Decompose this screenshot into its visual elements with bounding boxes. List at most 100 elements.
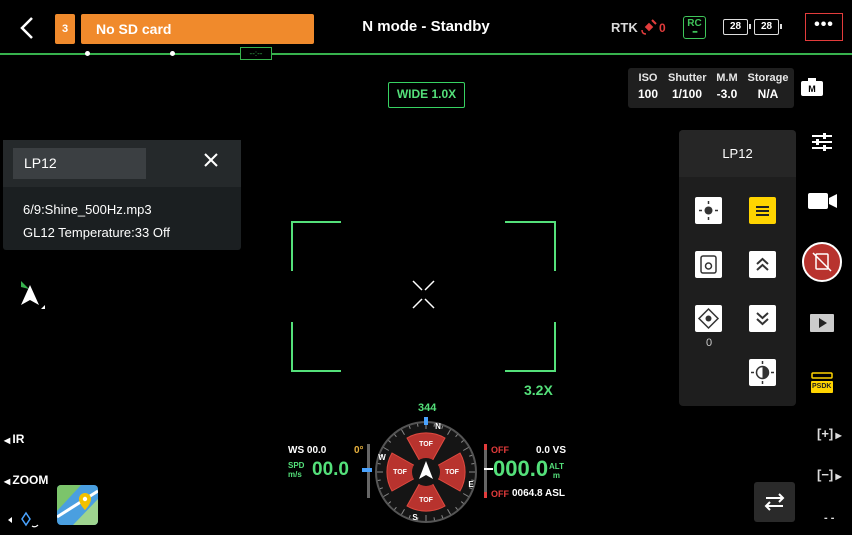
flight-mode-status: N mode - Standby bbox=[362, 18, 490, 35]
param-value: 100 bbox=[637, 87, 659, 101]
psdk-button[interactable]: PSDK bbox=[810, 372, 834, 394]
caret-right-icon: ▶ bbox=[833, 431, 842, 440]
ir-toggle[interactable]: ◀ IR bbox=[4, 432, 24, 446]
focus-reticle bbox=[291, 221, 556, 372]
light-settings-icon[interactable] bbox=[749, 359, 776, 386]
lens-switch-button[interactable]: WIDE 1.0X bbox=[388, 82, 465, 108]
altitude-unit-value: m bbox=[552, 471, 561, 480]
top-bar: 3 No SD card N mode - Standby RTK 0 RC ▪… bbox=[0, 0, 852, 56]
param-shutter: Shutter 1/100 bbox=[668, 72, 707, 101]
lp12-device-field[interactable]: LP12 bbox=[13, 148, 146, 179]
speed-scale-bar bbox=[362, 444, 372, 498]
record-button[interactable] bbox=[801, 241, 843, 283]
rc-label: RC bbox=[687, 18, 702, 29]
zoom-out-button[interactable]: [−] ▶ bbox=[817, 467, 842, 482]
lp12-info-panel: LP12 6/9:Shine_500Hz.mp3 GL12 Temperatur… bbox=[3, 140, 241, 250]
more-menu-button[interactable]: ••• bbox=[805, 13, 843, 41]
strobe-icon[interactable] bbox=[695, 305, 722, 332]
camera-mode-badge: M bbox=[808, 84, 816, 94]
satellite-icon bbox=[641, 19, 657, 35]
param-value: -3.0 bbox=[716, 87, 738, 101]
timeline-dot bbox=[170, 51, 175, 56]
sd-warning-banner[interactable]: No SD card bbox=[81, 14, 314, 44]
rc-signal[interactable]: RC ▪▪▪ bbox=[683, 16, 706, 39]
tof-bottom: TOF bbox=[419, 497, 434, 504]
compass-tick bbox=[471, 462, 475, 465]
lp12-audio-track: 6/9:Shine_500Hz.mp3 bbox=[23, 202, 152, 217]
tof-left: TOF bbox=[393, 469, 408, 476]
rc-signal-dots-icon: ▪▪▪ bbox=[692, 29, 697, 36]
zoom-toggle[interactable]: ◀ ZOOM bbox=[4, 473, 48, 487]
compass-tick bbox=[433, 517, 436, 521]
compass-widget: TOF TOF TOF TOF N E S W bbox=[375, 417, 477, 523]
swap-view-icon[interactable] bbox=[754, 482, 795, 522]
zoom-factor: 3.2X bbox=[524, 382, 553, 398]
compass-tick bbox=[416, 423, 419, 427]
altitude-unit-label: ALT bbox=[549, 462, 564, 471]
param-storage: Storage N/A bbox=[746, 72, 790, 101]
psdk-label: PSDK bbox=[812, 383, 832, 390]
lp12-panel-title: LP12 bbox=[679, 130, 796, 177]
horizontal-speed: 00.0 bbox=[312, 459, 349, 480]
compass-tick bbox=[377, 462, 381, 465]
tof-right: TOF bbox=[445, 469, 460, 476]
timeline-marker[interactable]: --:-- bbox=[240, 47, 272, 60]
lp12-temperature: GL12 Temperature:33 Off bbox=[23, 225, 170, 240]
zoom-out-label: [−] bbox=[817, 467, 834, 482]
chevron-up-icon[interactable] bbox=[749, 251, 776, 278]
compass-e: E bbox=[468, 480, 474, 489]
playback-icon[interactable] bbox=[805, 308, 839, 338]
vertical-speed: 0.0 VS bbox=[536, 445, 567, 456]
sd-warning-count[interactable]: 3 bbox=[55, 14, 75, 44]
compass-w: W bbox=[378, 453, 386, 462]
aircraft-direction-icon bbox=[21, 281, 45, 309]
lp12-control-panel: LP12 0 bbox=[679, 130, 796, 406]
param-label: Storage bbox=[747, 72, 789, 84]
ir-label: IR bbox=[12, 432, 25, 446]
obstacle-off-bottom: OFF bbox=[491, 489, 509, 499]
map-icon[interactable] bbox=[57, 485, 98, 525]
speed-unit-value: m/s bbox=[288, 470, 302, 479]
location-toggle-icon[interactable] bbox=[4, 509, 44, 531]
video-camera-icon[interactable] bbox=[805, 186, 839, 216]
back-icon[interactable] bbox=[14, 14, 40, 42]
param-iso: ISO 100 bbox=[636, 72, 660, 101]
light-mode-icon[interactable] bbox=[749, 197, 776, 224]
rtk-satellite-count: 0 bbox=[659, 21, 666, 35]
center-crosshair-icon bbox=[412, 280, 435, 309]
tof-top: TOF bbox=[419, 441, 434, 448]
rtk-label[interactable]: RTK bbox=[611, 20, 638, 35]
param-mm: M.M -3.0 bbox=[712, 72, 742, 101]
battery-2[interactable]: 28 bbox=[754, 19, 782, 35]
strobe-value: 0 bbox=[705, 337, 713, 349]
compass-tick bbox=[377, 479, 381, 482]
altitude: 000.0 bbox=[493, 456, 549, 481]
param-label: Shutter bbox=[668, 72, 707, 84]
close-icon[interactable] bbox=[201, 150, 221, 170]
battery-1-value: 28 bbox=[729, 21, 742, 32]
compass-s: S bbox=[412, 513, 418, 522]
brightness-icon[interactable] bbox=[695, 197, 722, 224]
battery-2-value: 28 bbox=[760, 21, 773, 32]
speed-unit-label: SPD bbox=[288, 461, 305, 470]
param-label: M.M bbox=[716, 72, 738, 84]
battery-1[interactable]: 28 bbox=[723, 19, 751, 35]
compass-n: N bbox=[435, 422, 441, 431]
zoom-step-indicator: - - bbox=[824, 512, 835, 524]
zoom-in-button[interactable]: [+] ▶ bbox=[817, 426, 842, 441]
altitude-unit: ALT m bbox=[549, 462, 564, 480]
param-label: ISO bbox=[638, 72, 658, 84]
caret-right-icon: ▶ bbox=[833, 472, 842, 481]
speed-unit: SPD m/s bbox=[288, 461, 304, 479]
speaker-icon[interactable] bbox=[695, 251, 722, 278]
chevron-down-icon[interactable] bbox=[749, 305, 776, 332]
zoom-in-label: [+] bbox=[817, 426, 834, 441]
camera-mode-icon[interactable]: M bbox=[800, 77, 824, 97]
settings-sliders-icon[interactable] bbox=[805, 127, 839, 157]
timeline-dot bbox=[85, 51, 90, 56]
timeline-bar bbox=[0, 53, 852, 55]
wind-speed: WS 00.0 bbox=[288, 445, 327, 456]
camera-params-panel[interactable]: ISO 100 Shutter 1/100 M.M -3.0 Storage N… bbox=[628, 68, 794, 108]
altitude-asl: 0064.8 ASL bbox=[512, 488, 565, 499]
param-value: N/A bbox=[757, 87, 779, 101]
